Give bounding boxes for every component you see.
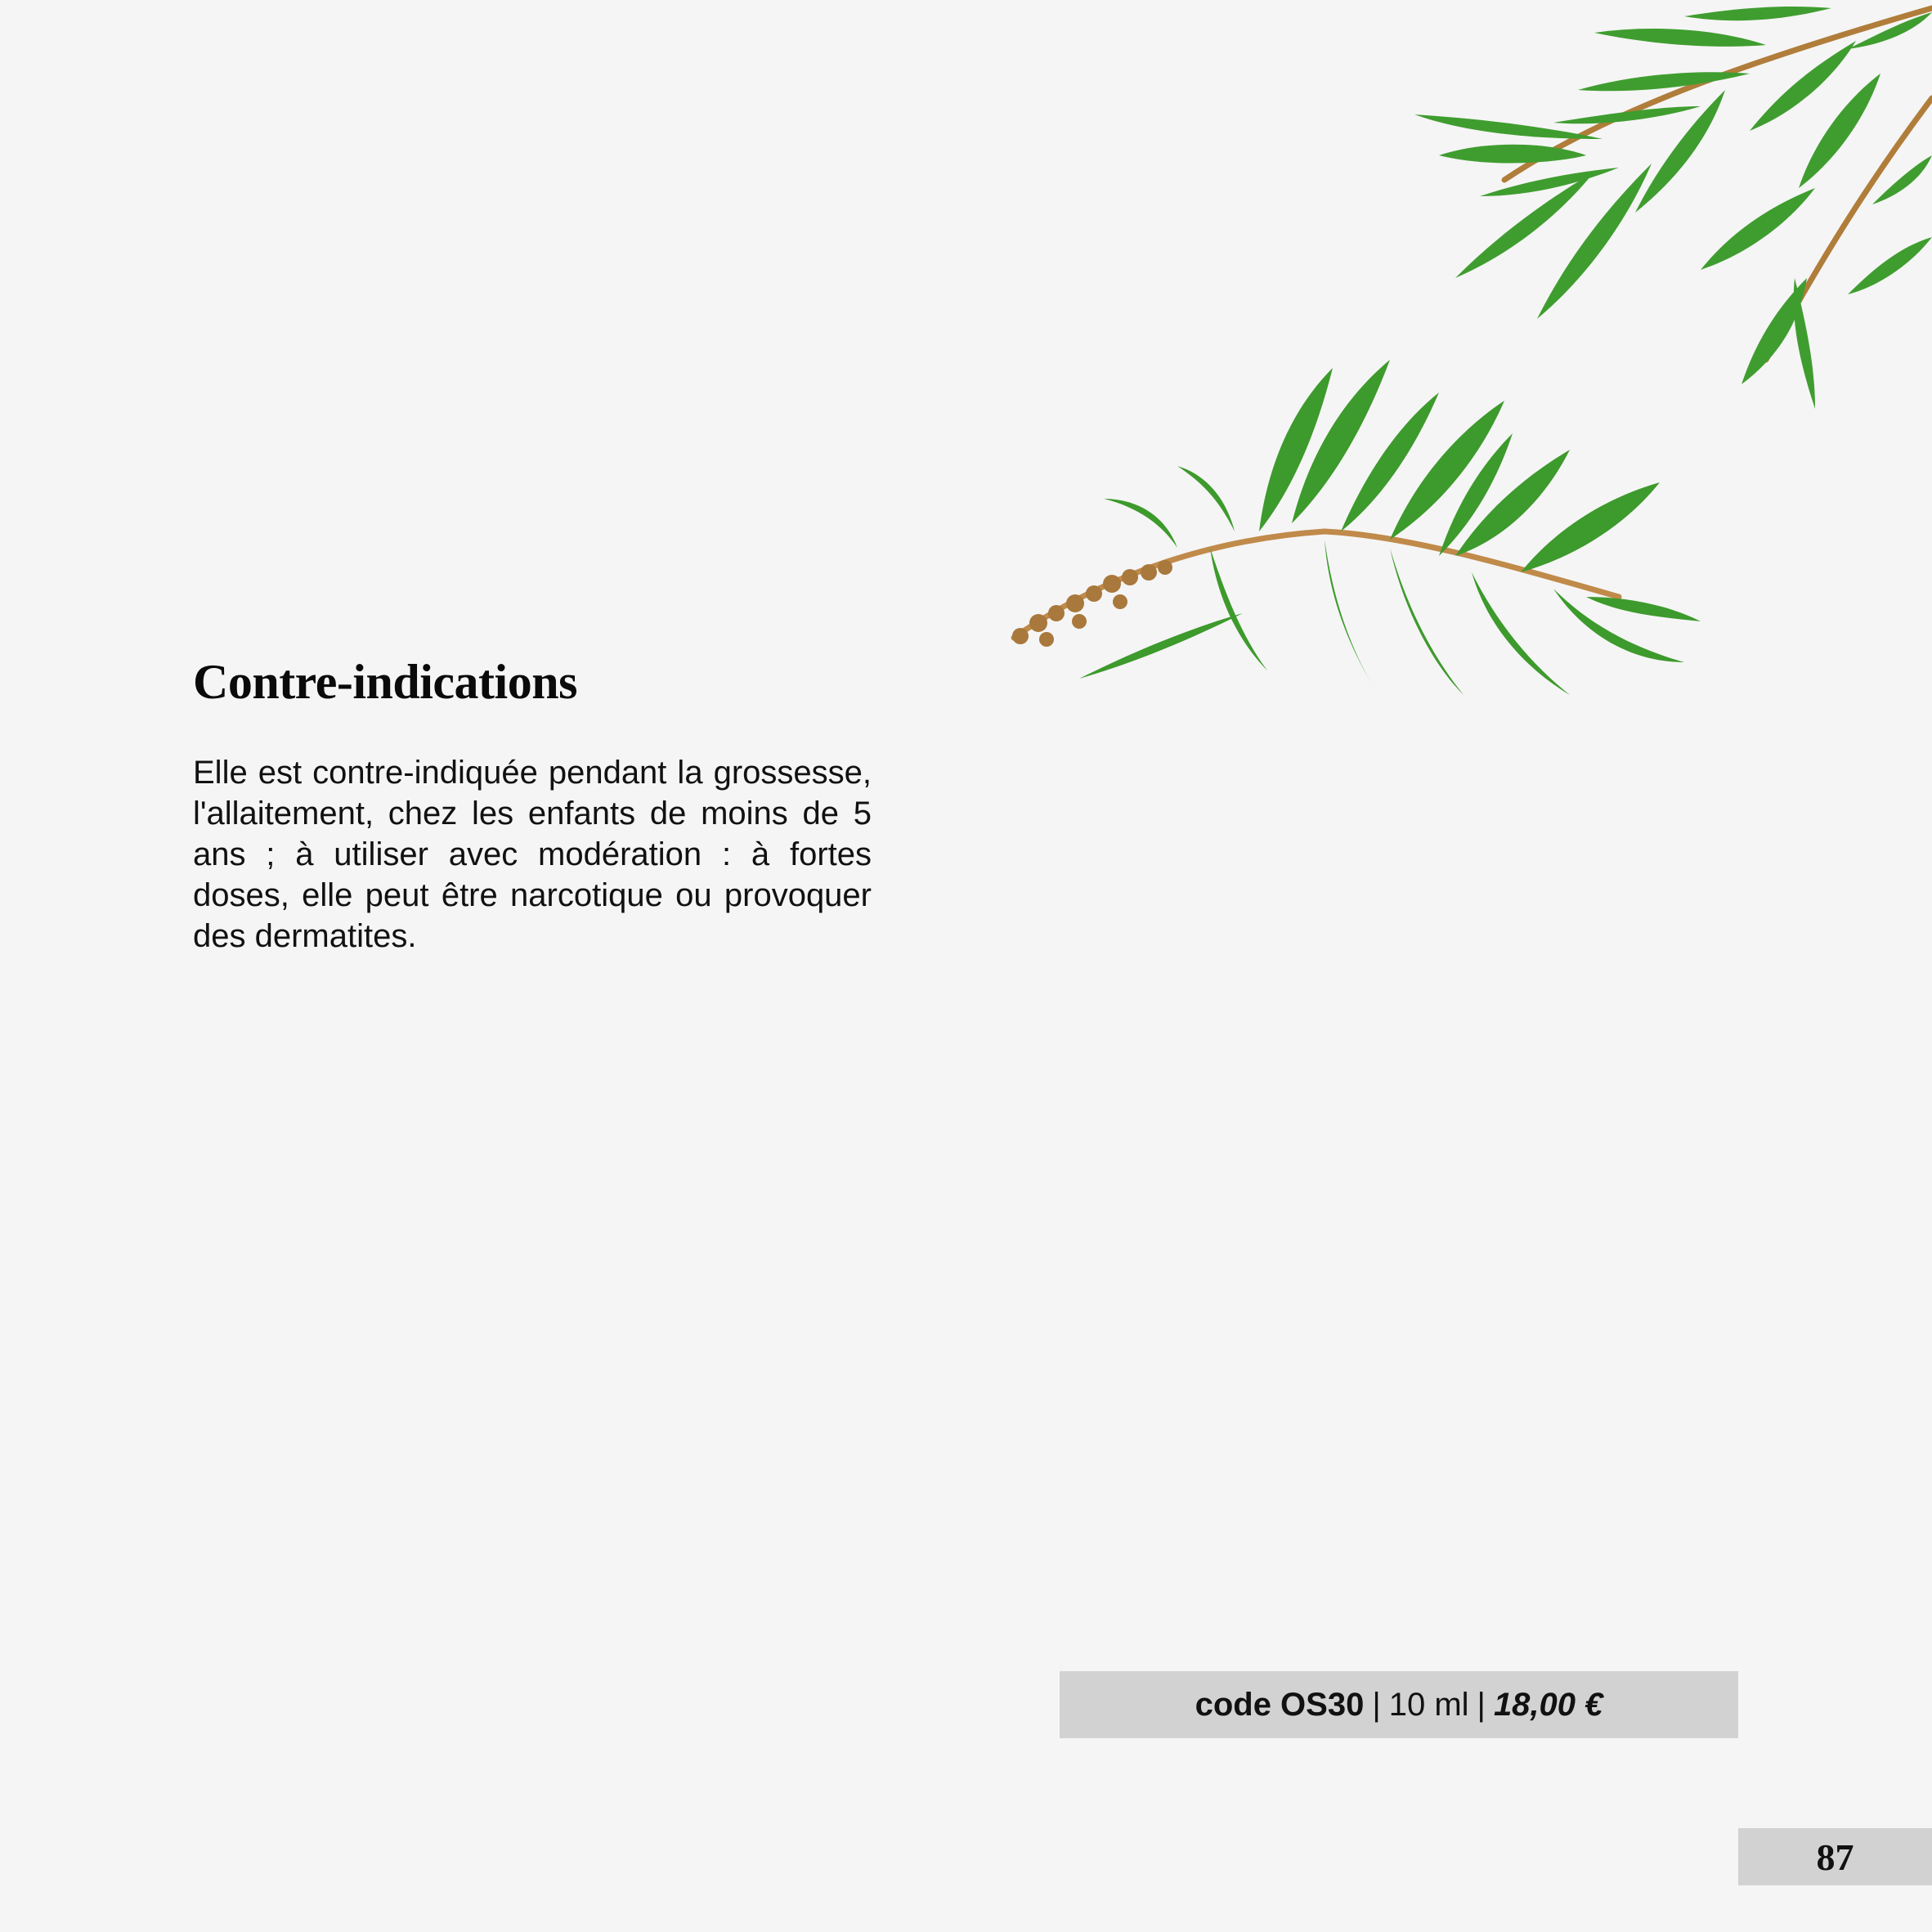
section-body: Elle est contre-indiquée pendant la gros… [193,755,872,954]
separator: | [1477,1686,1486,1723]
page-number-box: 87 [1738,1828,1932,1885]
product-volume: 10 ml [1388,1686,1469,1723]
page-number: 87 [1816,1836,1854,1878]
product-price-bar: code OS30 | 10 ml | 18,00 € [1060,1671,1738,1738]
product-price: 18,00 € [1493,1686,1603,1723]
product-code: code OS30 [1195,1686,1365,1723]
section-heading: Contre-indications [193,655,577,709]
tea-tree-branch-with-seeds-icon [1011,360,1701,695]
separator: | [1372,1686,1381,1723]
